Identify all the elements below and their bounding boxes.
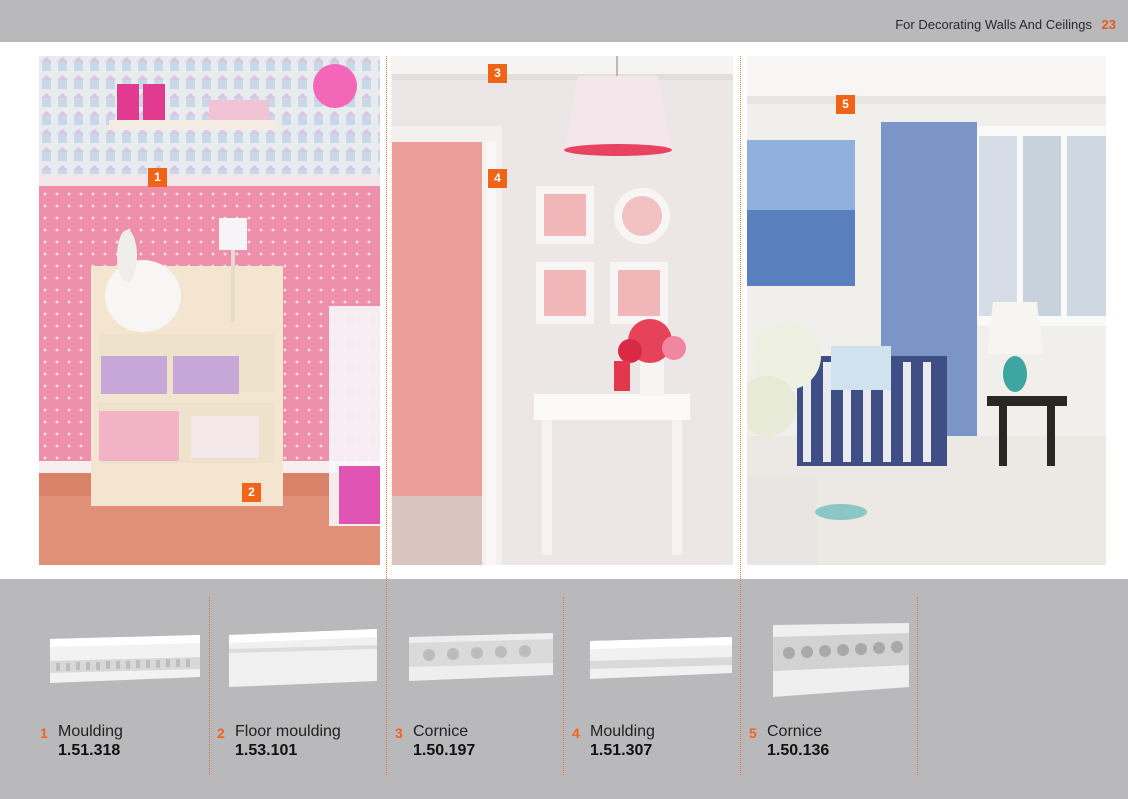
product-number: 1 bbox=[40, 725, 48, 741]
product-name: Cornice bbox=[767, 723, 823, 740]
cornice-profile-icon bbox=[409, 633, 553, 681]
page-number: 23 bbox=[1101, 17, 1116, 32]
catalog-page: For Decorating Walls And Ceilings 23 1 2… bbox=[0, 0, 1128, 799]
product-name: Moulding bbox=[58, 723, 123, 740]
marker-1: 1 bbox=[148, 168, 167, 187]
marker-2: 2 bbox=[242, 483, 261, 502]
product-name: Floor moulding bbox=[235, 723, 341, 740]
moulding-profile-icon bbox=[50, 635, 200, 683]
product-code: 1.50.136 bbox=[767, 742, 830, 759]
product-item: 1 Moulding 1.51.318 bbox=[40, 579, 210, 799]
cornice-profile-icon bbox=[773, 623, 909, 697]
product-code: 1.53.101 bbox=[235, 742, 298, 759]
product-name: Moulding bbox=[590, 723, 655, 740]
product-item: 2 Floor moulding 1.53.101 bbox=[217, 579, 387, 799]
marker-3: 3 bbox=[488, 64, 507, 83]
product-code: 1.51.307 bbox=[590, 742, 653, 759]
product-code: 1.51.318 bbox=[58, 742, 121, 759]
product-item: 4 Moulding 1.51.307 bbox=[572, 579, 742, 799]
moulding-profile-icon bbox=[590, 637, 732, 679]
page-title: For Decorating Walls And Ceilings bbox=[895, 17, 1092, 32]
product-name: Cornice bbox=[413, 723, 469, 740]
product-number: 2 bbox=[217, 725, 225, 741]
floor-moulding-profile-icon bbox=[229, 629, 377, 687]
page-header: For Decorating Walls And Ceilings 23 bbox=[0, 0, 1128, 43]
product-list: 1 Moulding 1.51.318 2 Floor moulding 1.5… bbox=[0, 579, 1128, 799]
photo-living-room bbox=[747, 56, 1106, 565]
photo-kids-room bbox=[39, 56, 380, 565]
photo-hallway bbox=[392, 56, 733, 565]
product-number: 4 bbox=[572, 725, 580, 741]
marker-5: 5 bbox=[836, 95, 855, 114]
product-item: 3 Cornice 1.50.197 bbox=[395, 579, 565, 799]
product-number: 5 bbox=[749, 725, 757, 741]
product-item: 5 Cornice 1.50.136 bbox=[749, 579, 919, 799]
product-code: 1.50.197 bbox=[413, 742, 476, 759]
product-number: 3 bbox=[395, 725, 403, 741]
marker-4: 4 bbox=[488, 169, 507, 188]
